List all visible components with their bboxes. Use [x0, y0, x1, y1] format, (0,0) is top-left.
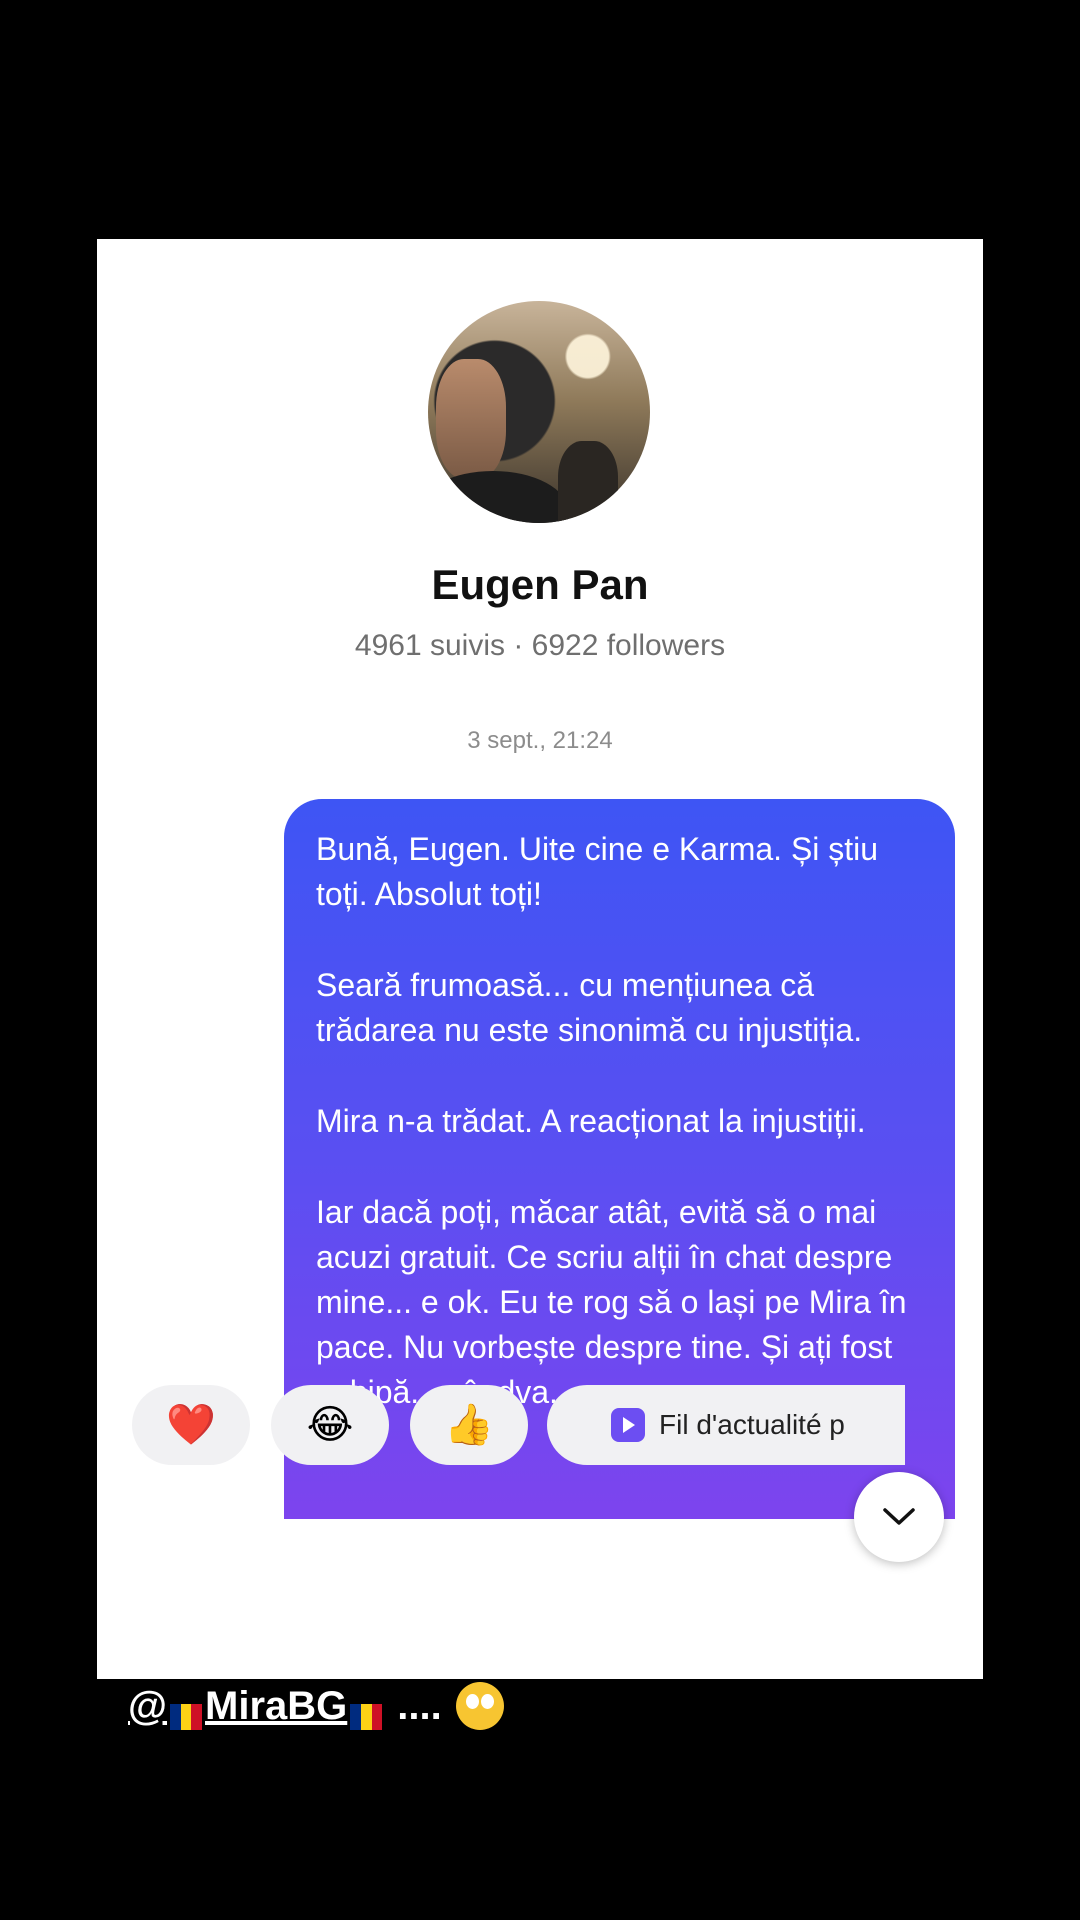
- message-paragraph: Mira n-a trădat. A reacționat la injusti…: [316, 1103, 866, 1139]
- feed-play-icon: [611, 1408, 645, 1442]
- reaction-thumbs-up-button[interactable]: 👍: [410, 1385, 528, 1465]
- avatar-body: [428, 471, 568, 523]
- moldova-flag-icon: [350, 1695, 383, 1730]
- reaction-heart-button[interactable]: ❤️: [132, 1385, 250, 1465]
- avatar-background-figure: [558, 441, 618, 523]
- message-paragraph: Bună, Eugen. Uite cine e Karma. Și știu …: [316, 831, 879, 912]
- chevron-down-icon: [883, 1508, 915, 1525]
- avatar-face: [436, 359, 506, 479]
- mention-name: MiraBG: [205, 1683, 348, 1728]
- profile-stats: 4961 suivis · 6922 followers: [354, 629, 726, 662]
- message-timestamp: 3 sept., 21:24: [467, 727, 613, 754]
- message-paragraph: Iar dacă poți, măcar atât, evită să o ma…: [316, 1194, 907, 1410]
- mention-at: @: [128, 1683, 168, 1728]
- overlay-caption: @ MiraBG ....: [128, 1678, 504, 1734]
- laugh-icon: 😂: [306, 1403, 354, 1447]
- eye-roll-emoji-icon: [455, 1682, 504, 1730]
- feed-label: Fil d'actualité p: [659, 1409, 845, 1440]
- profile-avatar[interactable]: [428, 301, 650, 523]
- thumbs-up-icon: 👍: [444, 1403, 494, 1447]
- feed-share-button[interactable]: Fil d'actualité p: [585, 1385, 905, 1465]
- heart-icon: ❤️: [166, 1403, 216, 1447]
- profile-name[interactable]: Eugen Pan: [97, 561, 983, 609]
- caption-dots: ....: [397, 1683, 442, 1728]
- mention-handle[interactable]: @ MiraBG: [128, 1683, 385, 1730]
- message-paragraph: Seară frumoasă... cu mențiunea că trădar…: [316, 967, 863, 1048]
- scroll-down-button[interactable]: [854, 1472, 944, 1562]
- romania-flag-icon: [170, 1695, 202, 1730]
- reaction-laugh-button[interactable]: 😂: [271, 1385, 389, 1465]
